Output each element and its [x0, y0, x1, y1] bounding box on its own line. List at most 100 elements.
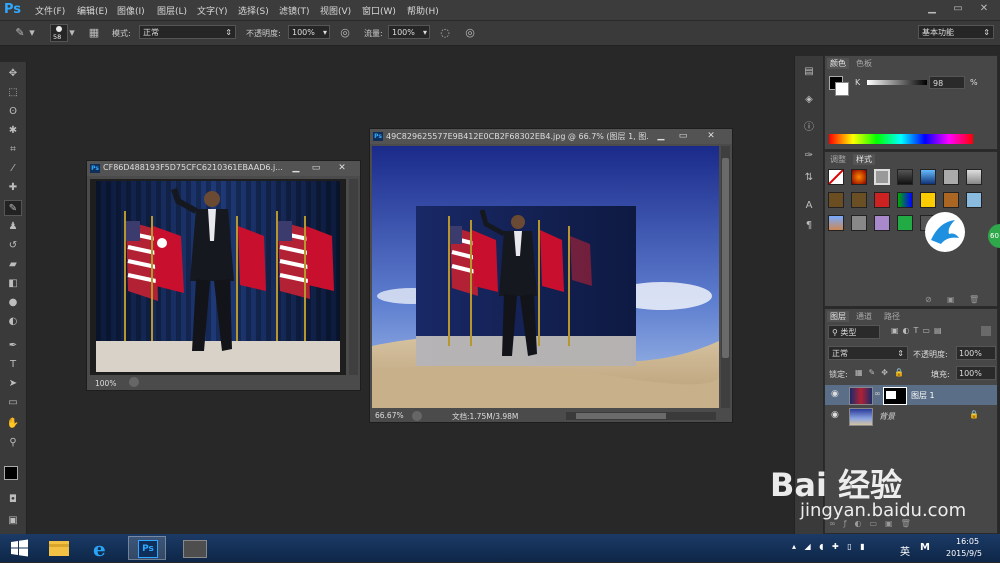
chevron-down-icon[interactable]: ▾ [28, 25, 36, 41]
style-swatch-4[interactable] [897, 169, 913, 185]
properties-panel-icon[interactable]: ◈ [800, 92, 818, 108]
filter-toggle[interactable] [981, 326, 991, 336]
minimize-icon[interactable]: ▁ [652, 129, 670, 143]
menu-image[interactable]: 图像(I) [117, 4, 145, 17]
tab-paths[interactable]: 路径 [881, 311, 903, 322]
maximize-icon[interactable]: ▭ [674, 129, 692, 143]
quick-select-icon[interactable]: ✱ [4, 123, 22, 139]
menu-type[interactable]: 文字(Y) [197, 4, 228, 17]
new-style-icon[interactable]: ⊘ [925, 295, 935, 305]
ime-mode-icon[interactable]: M [920, 542, 930, 553]
zoom-icon[interactable]: ⚲ [4, 435, 22, 451]
doc2-titlebar[interactable]: Ps 49C829625577E9B412E0CB2F68302EB4.jpg … [370, 129, 732, 144]
brush-preset-picker[interactable]: 58 [50, 24, 68, 42]
doc2-status-menu-icon[interactable] [412, 411, 422, 421]
doc1-vertical-scrollbar[interactable] [349, 179, 358, 375]
pressure-size-icon[interactable]: ◎ [462, 25, 478, 41]
tab-adjustments[interactable]: 调整 [827, 154, 849, 165]
menu-select[interactable]: 选择(S) [238, 4, 269, 17]
brush-icon[interactable]: ✎ [12, 25, 28, 41]
link-icon[interactable]: ∞ [874, 389, 881, 398]
style-swatch-13[interactable] [943, 192, 959, 208]
brush-panel-icon[interactable]: ✑ [800, 148, 818, 164]
chevron-down-icon[interactable]: ▾ [68, 25, 76, 41]
document-window-1[interactable]: Ps CF86D488193F5D75CFC6210361EBAAD6.j...… [86, 160, 361, 391]
clone-source-icon[interactable]: ⇅ [800, 170, 818, 186]
k-value-input[interactable]: 98 [929, 76, 965, 89]
k-slider[interactable] [867, 80, 927, 85]
color-bg-swatch[interactable] [835, 82, 849, 96]
style-swatch-8[interactable] [828, 192, 844, 208]
history-panel-icon[interactable]: ▤ [800, 64, 818, 80]
tab-styles[interactable]: 样式 [853, 154, 875, 165]
image-viewer-icon[interactable] [174, 536, 212, 560]
doc2-zoom[interactable]: 66.67% [375, 411, 404, 420]
menu-window[interactable]: 窗口(W) [362, 4, 396, 17]
layer-opacity-input[interactable]: 100% [956, 346, 996, 360]
style-swatch-14[interactable] [966, 192, 982, 208]
hand-icon[interactable]: ✋ [4, 416, 22, 432]
style-none[interactable] [828, 169, 844, 185]
foreground-color-swatch[interactable] [4, 466, 18, 480]
shape-icon[interactable]: ▭ [4, 395, 22, 411]
menu-file[interactable]: 文件(F) [35, 4, 65, 17]
eraser-icon[interactable]: ▰ [4, 257, 22, 273]
tray-icons[interactable]: ▴ ◢ ◖ ✚ ▯ ▮ [792, 542, 868, 551]
fill-input[interactable]: 100% [956, 366, 996, 380]
blur-icon[interactable]: ● [4, 295, 22, 311]
airbrush-icon[interactable]: ◌ [437, 25, 453, 41]
clock-time[interactable]: 16:05 [956, 537, 979, 546]
ie-icon[interactable]: e [82, 536, 120, 561]
doc2-vertical-scrollbar[interactable] [721, 146, 730, 408]
style-swatch-5[interactable] [920, 169, 936, 185]
dodge-icon[interactable]: ◐ [4, 314, 22, 330]
scrollbar-thumb[interactable] [576, 413, 666, 419]
opacity-input[interactable]: 100% ▾ [288, 25, 330, 39]
style-swatch-10[interactable] [874, 192, 890, 208]
info-panel-icon[interactable]: ⓘ [800, 120, 818, 136]
eye-icon[interactable]: ◉ [831, 410, 839, 420]
close-icon[interactable]: ✕ [702, 129, 720, 143]
move-icon[interactable]: ✥ [4, 66, 22, 82]
lock-icons[interactable]: ▦✎✥🔒 [855, 368, 910, 377]
layer-name[interactable]: 图层 1 [911, 390, 935, 401]
blend-mode-select[interactable]: 正常 ⇕ [828, 346, 908, 360]
style-swatch-6[interactable] [943, 169, 959, 185]
brush-tool-icon[interactable]: ✎ [4, 200, 22, 216]
pen-icon[interactable]: ✒ [4, 338, 22, 354]
history-brush-icon[interactable]: ↺ [4, 238, 22, 254]
style-swatch-3[interactable] [874, 169, 890, 185]
trash-icon[interactable]: 🗑 [969, 295, 979, 305]
brush-panel-icon[interactable]: ▦ [86, 25, 102, 41]
doc2-canvas[interactable] [372, 146, 719, 408]
screen-mode-icon[interactable]: ▣ [4, 513, 22, 529]
scrollbar-thumb[interactable] [722, 158, 729, 358]
pressure-opacity-icon[interactable]: ◎ [337, 25, 353, 41]
style-swatch-17[interactable] [874, 215, 890, 231]
menu-edit[interactable]: 编辑(E) [77, 4, 108, 17]
layer-mask-thumbnail[interactable] [883, 387, 907, 405]
layer-filter-icons[interactable]: ▣◐T▭▤ [891, 326, 946, 335]
eyedropper-icon[interactable]: ⁄ [4, 161, 22, 177]
minimize-icon[interactable]: ▁ [920, 0, 944, 18]
style-swatch-9[interactable] [851, 192, 867, 208]
quick-mask-icon[interactable]: ◘ [4, 492, 22, 508]
workspace-select[interactable]: 基本功能 ⇕ [918, 25, 994, 39]
layer-row[interactable]: ◉ ∞ 图层 1 [825, 385, 997, 405]
character-panel-icon[interactable]: A [800, 198, 818, 214]
tab-swatches[interactable]: 色板 [853, 58, 875, 69]
lasso-icon[interactable]: ʘ [4, 104, 22, 120]
menu-layer[interactable]: 图层(L) [157, 4, 187, 17]
mode-select[interactable]: 正常 ⇕ [139, 25, 236, 39]
windows-start-icon[interactable] [2, 536, 36, 560]
paint-bucket-icon[interactable]: ◧ [4, 276, 22, 292]
paragraph-panel-icon[interactable]: ¶ [800, 218, 818, 234]
ime-indicator[interactable]: 英 [900, 543, 910, 558]
style-swatch-2[interactable] [851, 169, 867, 185]
close-icon[interactable]: ✕ [333, 161, 351, 175]
doc1-titlebar[interactable]: Ps CF86D488193F5D75CFC6210361EBAAD6.j...… [87, 161, 360, 176]
clock-date[interactable]: 2015/9/5 [946, 549, 982, 558]
doc1-status-menu-icon[interactable] [129, 377, 139, 387]
tab-color[interactable]: 颜色 [827, 58, 849, 69]
path-select-icon[interactable]: ➤ [4, 376, 22, 392]
